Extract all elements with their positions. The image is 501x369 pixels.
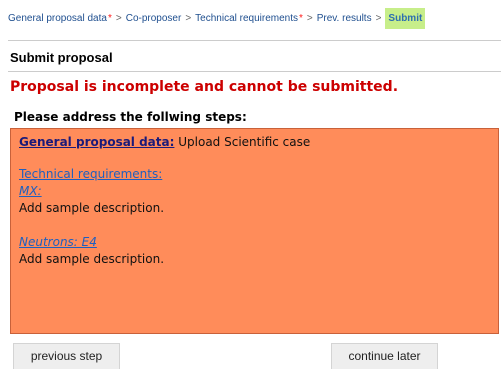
page-title: Submit proposal bbox=[10, 50, 113, 65]
step-text: Upload Scientific case bbox=[178, 135, 311, 149]
step-link-neutrons-e4[interactable]: Neutrons: E4 bbox=[19, 235, 97, 249]
breadcrumb-separator: > bbox=[185, 13, 192, 24]
breadcrumb-separator: > bbox=[306, 13, 313, 24]
breadcrumb-co-proposer[interactable]: Co-proposer bbox=[126, 13, 182, 24]
missing-steps-panel: General proposal data: Upload Scientific… bbox=[10, 128, 499, 334]
steps-heading: Please address the follwing steps: bbox=[14, 110, 247, 124]
required-marker: * bbox=[298, 13, 303, 24]
step-text: Add sample description. bbox=[19, 201, 165, 215]
error-message: Proposal is incomplete and cannot be sub… bbox=[10, 79, 399, 95]
step-link-general-proposal-data[interactable]: General proposal data: bbox=[19, 135, 174, 149]
breadcrumb-submit-current[interactable]: Submit bbox=[385, 8, 426, 29]
previous-step-button[interactable]: previous step bbox=[13, 343, 120, 369]
step-text: Add sample description. bbox=[19, 252, 165, 266]
step-link-technical-requirements[interactable]: Technical requirements: bbox=[19, 167, 162, 181]
required-marker: * bbox=[107, 13, 112, 24]
breadcrumb: General proposal data* > Co-proposer > Techn… bbox=[8, 8, 498, 29]
breadcrumb-separator: > bbox=[375, 13, 382, 24]
step-link-mx[interactable]: MX: bbox=[19, 184, 42, 198]
breadcrumb-technical-requirements[interactable]: Technical requirements bbox=[195, 13, 298, 24]
breadcrumb-general-proposal-data[interactable]: General proposal data bbox=[8, 13, 107, 24]
title-divider bbox=[8, 71, 501, 72]
breadcrumb-separator: > bbox=[115, 13, 122, 24]
header-divider bbox=[8, 40, 501, 41]
breadcrumb-prev-results[interactable]: Prev. results bbox=[317, 13, 372, 24]
step-group-general: General proposal data: Upload Scientific… bbox=[19, 134, 490, 151]
continue-later-button[interactable]: continue later bbox=[331, 343, 438, 369]
step-group-technical: Technical requirements: MX: Add sample d… bbox=[19, 166, 490, 268]
